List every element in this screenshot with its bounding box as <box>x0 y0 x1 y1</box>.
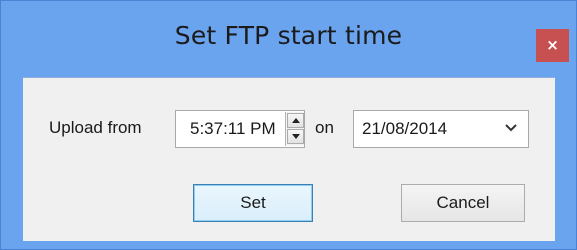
arrow-down-icon <box>292 134 300 139</box>
time-input[interactable]: 5:37:11 PM <box>190 119 276 139</box>
on-label: on <box>315 118 334 137</box>
time-spinner[interactable] <box>285 112 304 146</box>
close-button[interactable]: × <box>536 29 569 62</box>
cancel-button[interactable]: Cancel <box>401 184 525 222</box>
set-button[interactable]: Set <box>193 184 313 222</box>
spin-up-button[interactable] <box>287 113 304 128</box>
close-icon: × <box>546 36 559 54</box>
time-picker[interactable]: 5:37:11 PM <box>175 110 305 148</box>
dialog-title: Set FTP start time <box>174 21 403 50</box>
title-bar[interactable]: Set FTP start time × <box>1 1 576 83</box>
date-input[interactable]: 21/08/2014 <box>362 119 447 139</box>
arrow-up-icon <box>292 118 300 123</box>
date-picker[interactable]: 21/08/2014 <box>353 110 529 148</box>
dialog-content: Upload from 5:37:11 PM on 21/08/2014 Set… <box>23 77 555 241</box>
upload-from-label: Upload from <box>49 118 142 137</box>
dialog-window: Set FTP start time × Upload from 5:37:11… <box>0 0 577 250</box>
spin-down-button[interactable] <box>287 129 304 144</box>
chevron-down-icon[interactable] <box>504 121 518 135</box>
